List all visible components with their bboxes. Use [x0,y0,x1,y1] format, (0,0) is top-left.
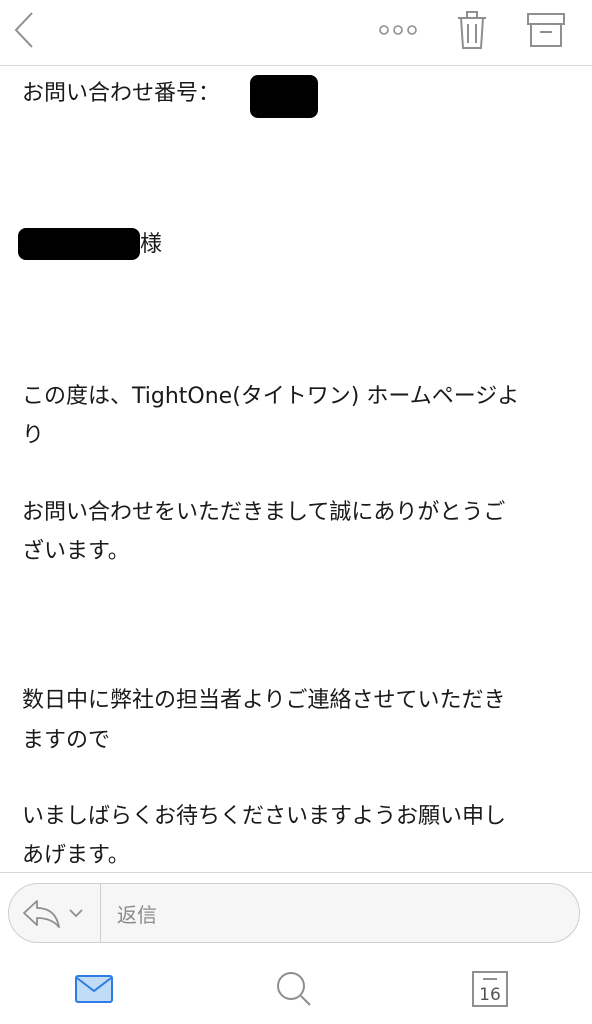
body-line: お問い合わせをいただきまして誠にありがとうご [22,500,506,525]
archive-button[interactable] [520,6,572,54]
body-line: この度は、TightOne(タイトワン) ホームページよ [22,384,520,409]
message-body: お問い合わせ番号： 様 この度は、TightOne(タイトワン) ホームページよ… [0,67,592,872]
redacted-inquiry-number [250,75,318,118]
recipient-honorific: 様 [140,232,163,257]
archive-icon [527,13,565,47]
body-line: ますので [22,728,111,753]
body-line: ざいます。 [22,539,130,564]
reply-bar: 返信 [8,883,580,943]
top-toolbar [0,0,592,66]
body-line: いましばらくお待ちくださいますようお願い申し [22,804,507,829]
chevron-down-icon [69,909,83,918]
reply-field[interactable]: 返信 [117,899,157,928]
calendar-day: 16 [479,985,501,1005]
trash-icon [458,11,486,49]
mail-icon [75,975,113,1003]
search-icon [277,972,311,1006]
reply-options-button[interactable] [9,884,101,942]
body-line: 数日中に弊社の担当者よりご連絡させていただき [22,688,506,713]
inquiry-number-label: お問い合わせ番号： [22,81,221,106]
redacted-recipient-name [18,228,140,260]
body-line: あげます。 [22,843,130,868]
more-icon [379,25,417,35]
chevron-left-icon [14,12,33,48]
more-button[interactable] [370,12,426,48]
back-button[interactable] [4,6,44,54]
reply-icon [23,900,60,928]
tab-calendar[interactable]: 16 [468,969,512,1009]
body-line: り [22,423,45,448]
calendar-icon: 16 [472,971,508,1007]
bottom-area: 返信 16 [0,872,592,1024]
tab-mail[interactable] [72,969,116,1009]
tab-search[interactable] [272,969,316,1009]
delete-button[interactable] [450,6,494,54]
